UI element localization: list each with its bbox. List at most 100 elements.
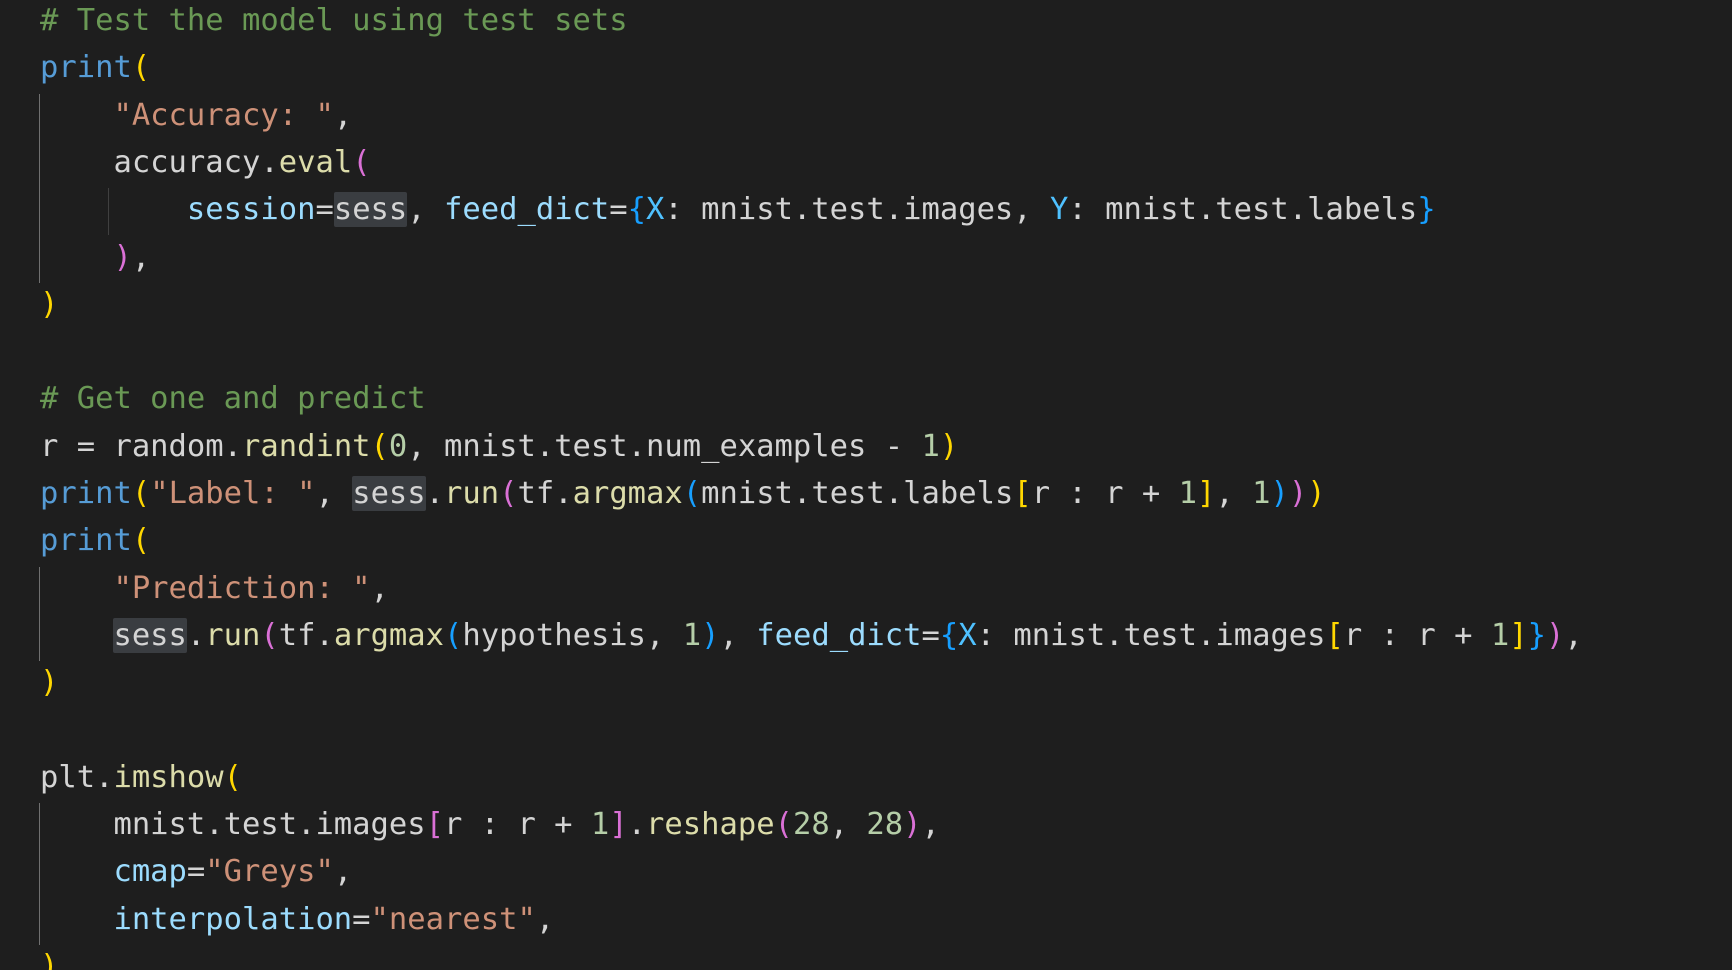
code-token: argmax	[333, 617, 445, 653]
code-token: (	[260, 617, 279, 653]
code-token: X	[646, 192, 665, 228]
code-token: {	[627, 192, 647, 228]
code-token: )	[939, 428, 959, 464]
code-token: }	[1527, 617, 1546, 653]
code-line[interactable]: cmap="Greys",	[40, 848, 352, 895]
code-token: 28	[792, 807, 830, 843]
code-token: =	[186, 854, 206, 890]
code-token: X	[958, 617, 977, 653]
code-line[interactable]: print(	[40, 517, 150, 564]
code-token: (	[131, 50, 151, 86]
code-line[interactable]: session=sess, feed_dict={X: mnist.test.i…	[40, 186, 1436, 233]
code-line[interactable]: "Prediction: ",	[40, 565, 389, 612]
code-token: .	[186, 617, 206, 653]
code-token: )	[701, 617, 720, 653]
highlighted-token: sess	[113, 617, 187, 653]
code-token: =	[352, 901, 371, 937]
code-token: )	[40, 286, 59, 322]
code-token: imshow	[113, 759, 224, 795]
code-token: 1	[1490, 617, 1510, 653]
code-token: (	[131, 476, 151, 511]
code-token: (	[499, 476, 518, 511]
code-line[interactable]: )	[40, 943, 58, 970]
code-token: .	[425, 476, 445, 511]
code-token: accuracy	[113, 144, 261, 180]
code-token: }	[1417, 192, 1436, 228]
code-token: r = random.	[40, 428, 242, 464]
code-token: 1	[921, 428, 940, 464]
code-token: )	[40, 665, 59, 701]
code-token: [	[1013, 476, 1032, 511]
code-token: )	[1270, 476, 1289, 511]
code-token: ,	[333, 854, 353, 890]
code-line[interactable]: interpolation="nearest",	[40, 896, 554, 943]
code-token: ,	[370, 570, 389, 606]
code-token: 0	[388, 428, 408, 464]
code-token: "Label: "	[150, 476, 316, 511]
code-token: : mnist.test.images	[976, 617, 1326, 653]
code-line[interactable]: mnist.test.images[r : r + 1].reshape(28,…	[40, 801, 939, 848]
code-token: mnist.test.labels	[701, 476, 1014, 511]
code-line[interactable]: # Test the model using test sets	[40, 0, 628, 44]
code-token: {	[939, 617, 959, 653]
code-token: tf.	[278, 617, 334, 653]
code-token: =	[921, 617, 940, 653]
code-line[interactable]: print("Label: ", sess.run(tf.argmax(mnis…	[40, 470, 1326, 517]
code-token: "Prediction: "	[113, 570, 371, 606]
code-line[interactable]: ),	[40, 234, 150, 281]
code-token: print	[40, 476, 132, 511]
code-token: ,	[1564, 617, 1583, 653]
code-token: Y	[1050, 192, 1069, 228]
code-token: ,	[333, 97, 353, 133]
code-token: )	[1545, 617, 1565, 653]
highlighted-token: sess	[352, 476, 426, 511]
code-line[interactable]: sess.run(tf.argmax(hypothesis, 1), feed_…	[40, 612, 1583, 659]
code-line[interactable]: print(	[40, 44, 150, 91]
code-token: (	[223, 759, 243, 795]
code-token: (	[774, 807, 793, 843]
code-token: .	[627, 807, 647, 843]
code-token: 1	[590, 807, 610, 843]
code-token: r : r +	[444, 807, 591, 843]
code-token: ,	[315, 476, 353, 511]
code-token: ]	[1196, 476, 1216, 511]
code-token: # Test the model using test sets	[40, 3, 628, 38]
code-line[interactable]: r = random.randint(0, mnist.test.num_exa…	[40, 423, 958, 470]
code-line[interactable]: # Get one and predict	[40, 375, 426, 422]
code-token: print	[40, 50, 132, 86]
code-line[interactable]: accuracy.eval(	[40, 139, 370, 186]
code-token: [	[425, 807, 444, 843]
code-token: (	[131, 523, 151, 559]
code-token: feed_dict	[756, 617, 922, 653]
code-token: plt.	[40, 759, 114, 795]
code-token: (	[370, 428, 389, 464]
code-token: session	[186, 192, 316, 228]
code-token: r : r +	[1031, 476, 1179, 511]
code-token: )	[40, 949, 59, 970]
code-line[interactable]: plt.imshow(	[40, 754, 242, 801]
code-token: , mnist.test.num_examples -	[407, 428, 922, 464]
code-line[interactable]: "Accuracy: ",	[40, 92, 352, 139]
code-line[interactable]: )	[40, 281, 58, 328]
code-token: argmax	[572, 476, 683, 511]
code-token: ,	[535, 901, 555, 937]
code-token: 28	[866, 807, 904, 843]
code-token: 1	[1252, 476, 1271, 511]
code-token: # Get one and predict	[40, 381, 426, 417]
code-token: r : r +	[1343, 617, 1491, 653]
code-token: [	[1325, 617, 1344, 653]
code-token: reshape	[646, 807, 775, 843]
code-token: =	[315, 192, 334, 228]
code-token: (	[682, 476, 702, 511]
code-token: "Greys"	[205, 854, 334, 890]
code-token: : mnist.test.images,	[664, 192, 1051, 228]
code-token: : mnist.test.labels	[1068, 192, 1418, 228]
code-editor[interactable]: # Test the model using test sets print( "…	[0, 0, 1732, 970]
code-line[interactable]: )	[40, 659, 58, 706]
code-token: ]	[609, 807, 628, 843]
code-token: ,	[407, 192, 445, 228]
